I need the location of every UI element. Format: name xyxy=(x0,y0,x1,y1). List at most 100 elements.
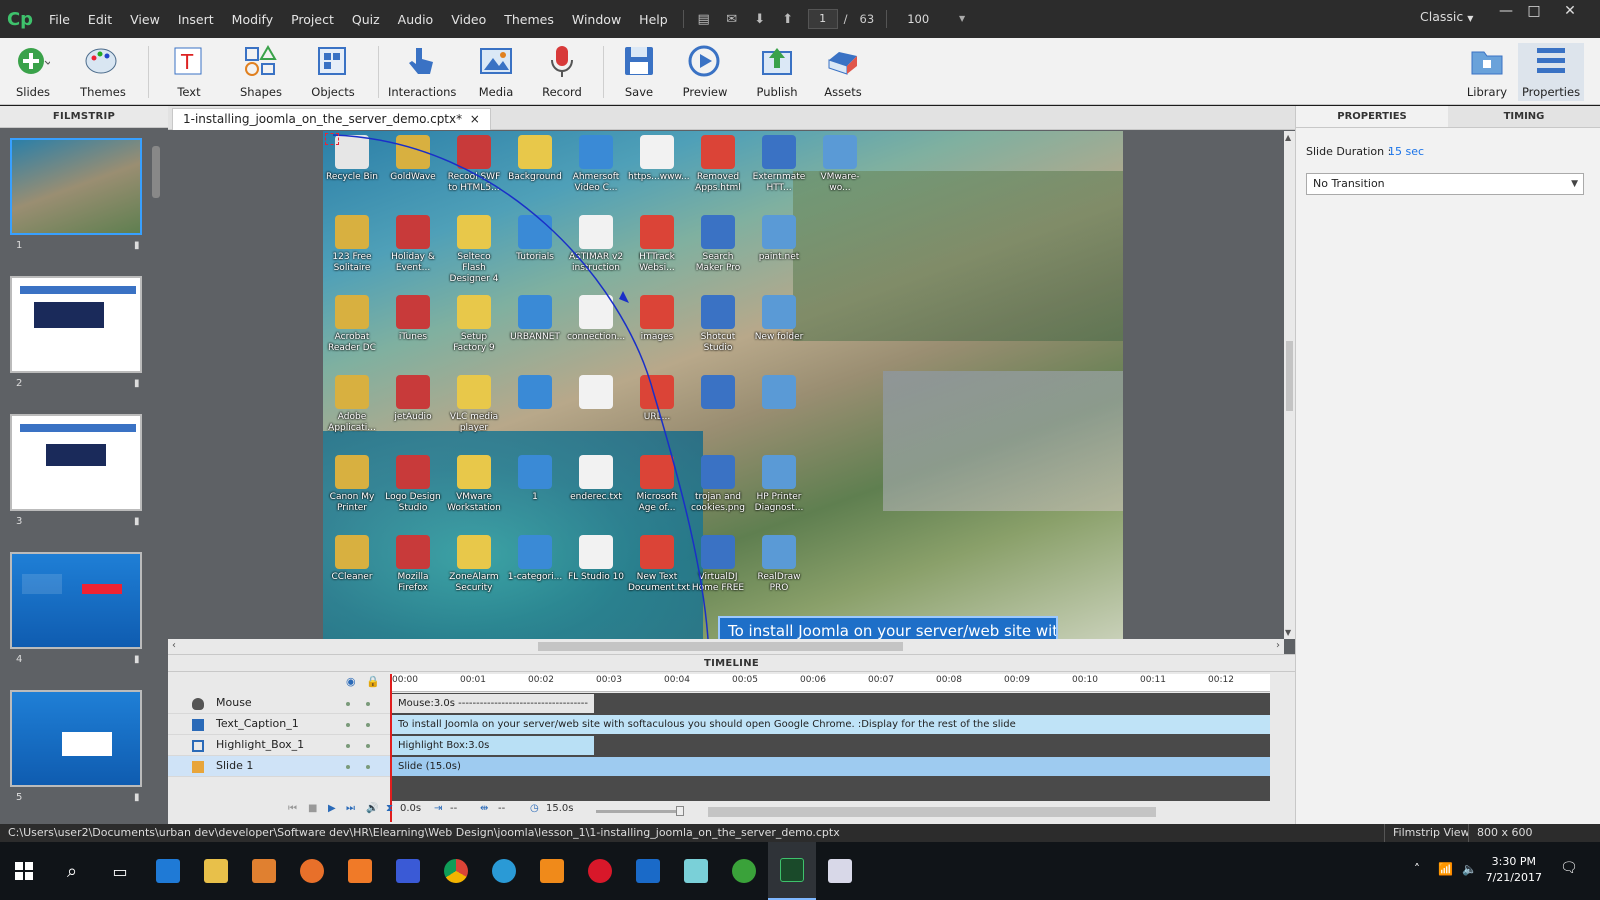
media-button[interactable]: Media xyxy=(463,43,529,101)
slide-thumbnail-4[interactable] xyxy=(10,552,142,649)
menu-insert[interactable]: Insert xyxy=(169,12,223,27)
visibility-dot[interactable] xyxy=(346,702,350,706)
themes-button[interactable]: Themes xyxy=(70,43,136,101)
rewind-icon[interactable]: ⏮ xyxy=(288,803,297,814)
menu-themes[interactable]: Themes xyxy=(495,12,563,27)
maximize-button[interactable]: □ xyxy=(1516,0,1552,22)
fast-forward-icon[interactable]: ⏭ xyxy=(346,803,355,814)
taskbar-utorrent[interactable] xyxy=(720,842,768,900)
menu-audio[interactable]: Audio xyxy=(389,12,443,27)
workspace-select[interactable]: Classic ▼ xyxy=(1420,9,1473,24)
taskbar-vlc[interactable] xyxy=(528,842,576,900)
mouse-start-marker[interactable] xyxy=(325,133,339,145)
visibility-dot[interactable] xyxy=(346,744,350,748)
scroll-right-icon[interactable]: › xyxy=(1276,640,1280,651)
taskbar-media-player[interactable] xyxy=(240,842,288,900)
stop-icon[interactable]: ■ xyxy=(308,803,317,814)
timeline-bar-mouse[interactable]: Mouse:3.0s -----------------------------… xyxy=(390,694,594,713)
mail-icon[interactable]: ✉ xyxy=(721,8,743,30)
current-slide-input[interactable]: 1 xyxy=(807,9,838,29)
visibility-dot[interactable] xyxy=(346,723,350,727)
taskbar-captivate[interactable] xyxy=(768,842,816,900)
menu-quiz[interactable]: Quiz xyxy=(343,12,389,27)
shapes-button[interactable]: Shapes xyxy=(228,43,294,101)
search-button[interactable]: ⌕ xyxy=(48,842,96,900)
transition-select[interactable]: No Transition ▼ xyxy=(1306,173,1584,195)
publish-button[interactable]: Publish xyxy=(744,43,810,101)
slide-thumbnail-2[interactable] xyxy=(10,276,142,373)
menu-video[interactable]: Video xyxy=(442,12,495,27)
arrow-down-icon[interactable]: ⬇ xyxy=(749,8,771,30)
lock-dot[interactable] xyxy=(366,723,370,727)
scroll-left-icon[interactable]: ‹ xyxy=(172,640,176,651)
slides-button[interactable]: Slides xyxy=(0,43,66,101)
notifications-icon[interactable]: 🗨 xyxy=(1560,860,1578,876)
filmstrip-scrollbar[interactable] xyxy=(152,146,160,198)
close-button[interactable]: ✕ xyxy=(1552,0,1588,22)
slide-duration-value[interactable]: 15 sec xyxy=(1388,145,1424,158)
menu-modify[interactable]: Modify xyxy=(223,12,282,27)
lock-icon[interactable]: 🔒 xyxy=(366,675,380,688)
zoom-slider-handle[interactable] xyxy=(676,806,684,816)
assets-button[interactable]: Assets xyxy=(810,43,876,101)
taskbar-firefox[interactable] xyxy=(288,842,336,900)
horizontal-scroll-thumb[interactable] xyxy=(538,642,903,651)
eye-icon[interactable]: ◉ xyxy=(346,675,356,688)
slide-thumbnail-1[interactable] xyxy=(10,138,142,235)
taskbar-app-image[interactable] xyxy=(816,842,864,900)
scroll-up-icon[interactable]: ▲ xyxy=(1285,133,1291,142)
tab-timing[interactable]: TIMING xyxy=(1448,106,1600,128)
menu-project[interactable]: Project xyxy=(282,12,343,27)
taskbar-file-explorer[interactable] xyxy=(192,842,240,900)
taskbar-opera[interactable] xyxy=(576,842,624,900)
volume-icon[interactable]: 🔈 xyxy=(1462,862,1477,876)
arrow-up-icon[interactable]: ⬆ xyxy=(777,8,799,30)
menu-file[interactable]: File xyxy=(40,12,79,27)
system-clock[interactable]: 3:30 PM 7/21/2017 xyxy=(1486,854,1542,886)
taskbar-app-teal[interactable] xyxy=(672,842,720,900)
comment-icon[interactable]: ▤ xyxy=(693,8,715,30)
lock-dot[interactable] xyxy=(366,744,370,748)
taskbar-internet-explorer[interactable] xyxy=(480,842,528,900)
chevron-up-icon[interactable]: ˄ xyxy=(1414,862,1420,876)
close-tab-icon[interactable]: × xyxy=(470,112,480,126)
library-button[interactable]: Library xyxy=(1454,43,1520,101)
zoom-select[interactable]: 100 ▼ xyxy=(901,9,966,29)
playhead[interactable] xyxy=(390,674,392,822)
taskbar-outlook[interactable] xyxy=(624,842,672,900)
document-tab[interactable]: 1-installing_joomla_on_the_server_demo.c… xyxy=(172,108,491,130)
slide-thumbnail-3[interactable] xyxy=(10,414,142,511)
taskbar-app-blue[interactable] xyxy=(384,842,432,900)
menu-edit[interactable]: Edit xyxy=(79,12,121,27)
timeline-ruler[interactable]: 00:00 00:01 00:02 00:03 00:04 00:05 00:0… xyxy=(390,674,1270,692)
properties-button[interactable]: Properties xyxy=(1518,43,1584,101)
timeline-bar-caption[interactable]: To install Joomla on your server/web sit… xyxy=(390,715,1270,734)
objects-button[interactable]: Objects xyxy=(300,43,366,101)
lock-dot[interactable] xyxy=(366,765,370,769)
interactions-button[interactable]: Interactions xyxy=(388,43,456,101)
timeline-scroll-thumb[interactable] xyxy=(708,807,1156,817)
network-icon[interactable]: 📶 xyxy=(1438,862,1453,876)
slide-canvas[interactable]: Recycle Bin GoldWave Recool SWF to HTML5..… xyxy=(323,131,1123,639)
menu-help[interactable]: Help xyxy=(630,12,677,27)
menu-window[interactable]: Window xyxy=(563,12,630,27)
windows-start-button[interactable] xyxy=(0,842,48,900)
timeline-row-slide[interactable]: Slide 1 Slide (15.0s) xyxy=(168,756,1270,777)
timeline-row-highlight[interactable]: Highlight_Box_1 Highlight Box:3.0s xyxy=(168,735,1270,756)
timeline-bar-highlight[interactable]: Highlight Box:3.0s xyxy=(390,736,594,755)
vertical-scroll-thumb[interactable] xyxy=(1286,341,1293,411)
stage-vertical-scrollbar[interactable]: ▲ ▼ xyxy=(1284,131,1295,639)
timeline-row-mouse[interactable]: Mouse Mouse:3.0s -----------------------… xyxy=(168,693,1270,714)
taskbar-edge[interactable] xyxy=(144,842,192,900)
timeline-bar-slide[interactable]: Slide (15.0s) xyxy=(390,757,1270,776)
audio-icon[interactable]: 🔊 xyxy=(366,803,378,814)
taskbar-app-orange[interactable] xyxy=(336,842,384,900)
stage-horizontal-scrollbar[interactable]: ‹ › xyxy=(168,639,1284,654)
save-button[interactable]: Save xyxy=(606,43,672,101)
task-view-button[interactable]: ▭ xyxy=(96,842,144,900)
timeline-row-caption[interactable]: Text_Caption_1 To install Joomla on your… xyxy=(168,714,1270,735)
menu-view[interactable]: View xyxy=(121,12,169,27)
zoom-slider[interactable] xyxy=(596,806,684,816)
lock-dot[interactable] xyxy=(366,702,370,706)
preview-button[interactable]: Preview xyxy=(672,43,738,101)
